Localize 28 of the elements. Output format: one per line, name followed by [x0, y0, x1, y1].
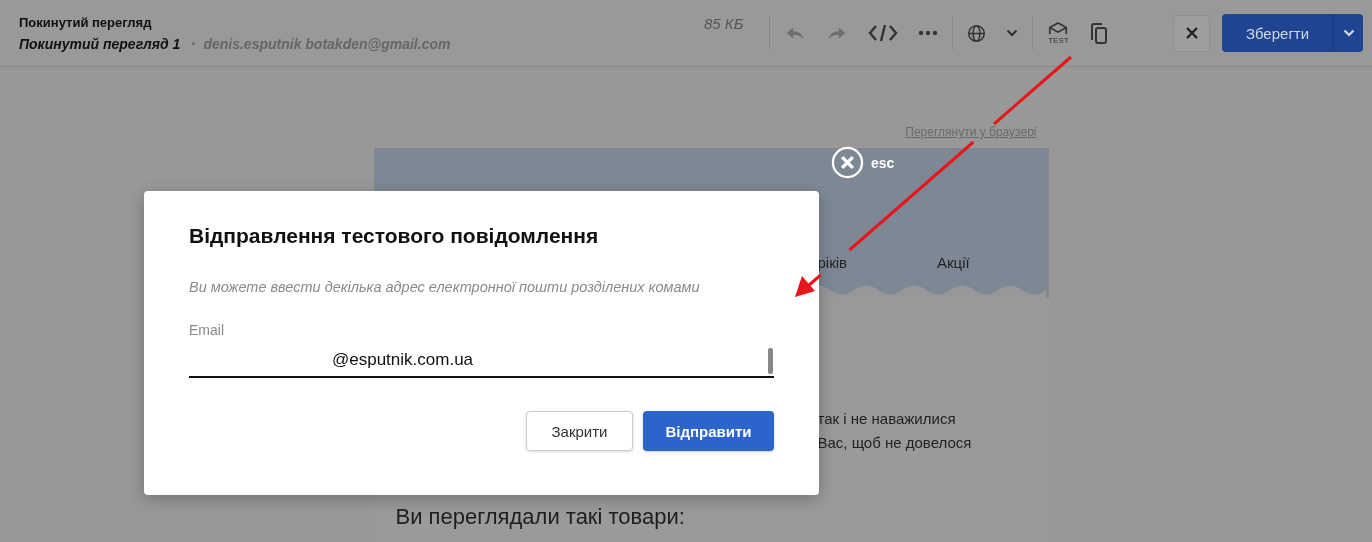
cancel-button[interactable]: Закрити: [526, 411, 633, 451]
save-button[interactable]: Зберегти: [1222, 14, 1333, 52]
email-field[interactable]: @esputnik.com.ua: [189, 344, 774, 378]
code-icon[interactable]: [868, 23, 899, 43]
copy-icon[interactable]: [1089, 21, 1110, 45]
nav-link[interactable]: Акції: [937, 254, 970, 271]
email-label: Email: [189, 322, 225, 338]
dialog-hint: Ви можете ввести декілька адрес електронної пошти розділених комами: [189, 279, 701, 295]
dialog-title: Відправлення тестового повідомлення: [189, 224, 600, 248]
close-button[interactable]: [1173, 14, 1210, 52]
document-subtitle: Покинутий перегляд 1: [19, 35, 181, 52]
save-options-button[interactable]: [1333, 14, 1363, 52]
close-circle-icon[interactable]: [831, 146, 864, 179]
esc-hint: esc: [871, 154, 895, 171]
document-title: Покинутий перегляд: [19, 14, 153, 30]
close-icon: [1184, 26, 1199, 40]
body-text: так і не наважилися: [817, 410, 957, 428]
send-button[interactable]: Відправити: [643, 411, 774, 451]
message-size: 85 КБ: [704, 14, 744, 32]
globe-icon[interactable]: [967, 23, 987, 43]
chevron-down-icon[interactable]: [1006, 29, 1019, 37]
more-icon[interactable]: [918, 30, 939, 36]
nav-link[interactable]: ріків: [817, 254, 848, 271]
scrollbar-thumb[interactable]: [768, 348, 773, 374]
body-text: Вас, щоб не довелося: [817, 434, 973, 452]
chevron-down-icon: [1342, 29, 1355, 37]
test-send-button[interactable]: TEST: [1047, 21, 1070, 45]
section-heading: Ви переглядали такі товари:: [395, 504, 685, 530]
